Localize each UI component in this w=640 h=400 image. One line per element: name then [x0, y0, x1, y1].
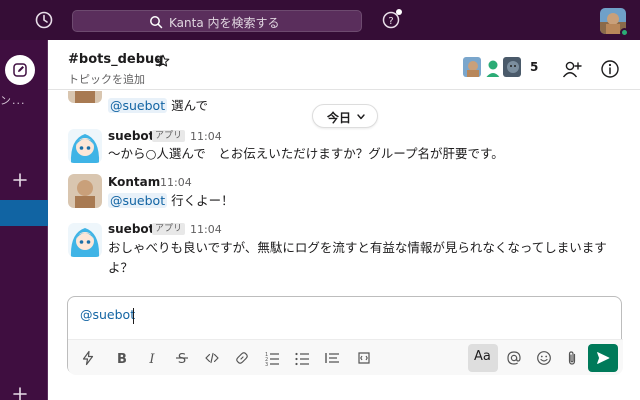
code-block-icon[interactable]	[356, 350, 372, 366]
avatar[interactable]	[68, 129, 102, 163]
plus-icon[interactable]	[12, 172, 28, 188]
member-avatar	[502, 56, 522, 78]
channel-name[interactable]: #bots_debug	[68, 52, 164, 67]
message-timestamp[interactable]: 11:04	[190, 130, 222, 143]
strikethrough-icon[interactable]: S	[174, 350, 190, 367]
member-list-button[interactable]: 5	[462, 56, 538, 80]
svg-text:B: B	[117, 352, 127, 366]
text-caret	[133, 308, 134, 324]
message-author[interactable]: suebot	[108, 222, 154, 236]
search-input[interactable]: Kanta 内を検索する	[72, 10, 362, 32]
sidebar: ン...	[0, 40, 48, 400]
member-avatar	[482, 56, 502, 78]
message-timestamp[interactable]: 11:04	[160, 176, 192, 189]
formatting-toggle-button[interactable]: Aa	[468, 344, 498, 372]
avatar[interactable]	[68, 223, 102, 257]
app-badge: アプリ	[152, 223, 186, 235]
compose-icon	[13, 63, 27, 77]
date-divider-button[interactable]: 今日	[312, 104, 378, 128]
member-count: 5	[530, 60, 539, 74]
svg-text:S: S	[178, 352, 186, 366]
mention-icon[interactable]	[506, 350, 522, 366]
lightning-icon[interactable]	[80, 350, 96, 366]
composer-toolbar: B I S 123 Aa	[68, 339, 623, 375]
svg-text:?: ?	[388, 16, 393, 27]
svg-text:3: 3	[265, 362, 268, 366]
star-icon[interactable]	[156, 53, 170, 67]
bold-icon[interactable]: B	[114, 350, 130, 367]
presence-indicator	[620, 28, 629, 37]
bullet-list-icon[interactable]	[294, 350, 310, 366]
message-composer[interactable]: @suebot B I S 123 Aa	[67, 296, 623, 375]
link-icon[interactable]	[234, 350, 250, 366]
message-list: @suebot 選んで 今日 suebot アプリ 11:04 〜から○人選んで…	[48, 91, 640, 296]
message-text: @suebot 行くよー！	[108, 193, 234, 208]
notification-dot	[396, 9, 402, 15]
message-timestamp[interactable]: 11:04	[190, 223, 222, 236]
attachment-icon[interactable]	[564, 350, 580, 366]
svg-text:I: I	[148, 352, 155, 366]
send-icon	[597, 352, 610, 364]
user-mention[interactable]: @suebot	[108, 98, 168, 113]
channel-topic[interactable]: トピックを追加	[68, 71, 145, 87]
top-bar: Kanta 内を検索する ?	[0, 0, 640, 40]
message-author[interactable]: Kontam	[108, 175, 160, 189]
compose-button[interactable]	[5, 55, 35, 85]
user-mention[interactable]: @suebot	[108, 193, 168, 208]
message-text: @suebot 選んで	[108, 98, 208, 113]
search-icon	[149, 14, 163, 29]
sidebar-item-active[interactable]	[0, 200, 48, 226]
code-icon[interactable]	[204, 350, 220, 366]
search-placeholder: Kanta 内を検索する	[169, 16, 280, 30]
message-text: 〜から○人選んで とお伝えいただけますか？グループ名が肝要です。	[108, 146, 504, 161]
blockquote-icon[interactable]	[324, 350, 340, 366]
channel-header: #bots_debug トピックを追加 5	[48, 40, 640, 90]
app-badge: アプリ	[152, 130, 186, 142]
formatting-label: Aa	[474, 349, 491, 364]
avatar[interactable]	[68, 91, 102, 103]
channel-view: #bots_debug トピックを追加 5 @suebot 選んで 今日 sue…	[48, 40, 640, 400]
add-member-icon[interactable]	[562, 59, 582, 79]
send-button[interactable]	[588, 344, 618, 372]
message-text-continued: よ？	[108, 260, 134, 275]
ordered-list-icon[interactable]: 123	[264, 350, 280, 368]
message-text: おしゃべりも良いですが、無駄にログを流すと有益な情報が見られなくなってしまいます	[108, 240, 607, 255]
emoji-icon[interactable]	[536, 350, 552, 366]
plus-icon[interactable]	[12, 386, 28, 400]
sidebar-truncated-label: ン...	[0, 94, 26, 107]
composer-input[interactable]: @suebot	[80, 307, 135, 322]
italic-icon[interactable]: I	[144, 350, 160, 367]
chevron-down-icon	[357, 114, 365, 120]
date-label: 今日	[327, 111, 352, 125]
member-avatar	[462, 56, 482, 78]
info-icon[interactable]	[600, 59, 620, 79]
history-icon[interactable]	[34, 10, 54, 30]
avatar[interactable]	[68, 174, 102, 208]
message-author[interactable]: suebot	[108, 129, 154, 143]
